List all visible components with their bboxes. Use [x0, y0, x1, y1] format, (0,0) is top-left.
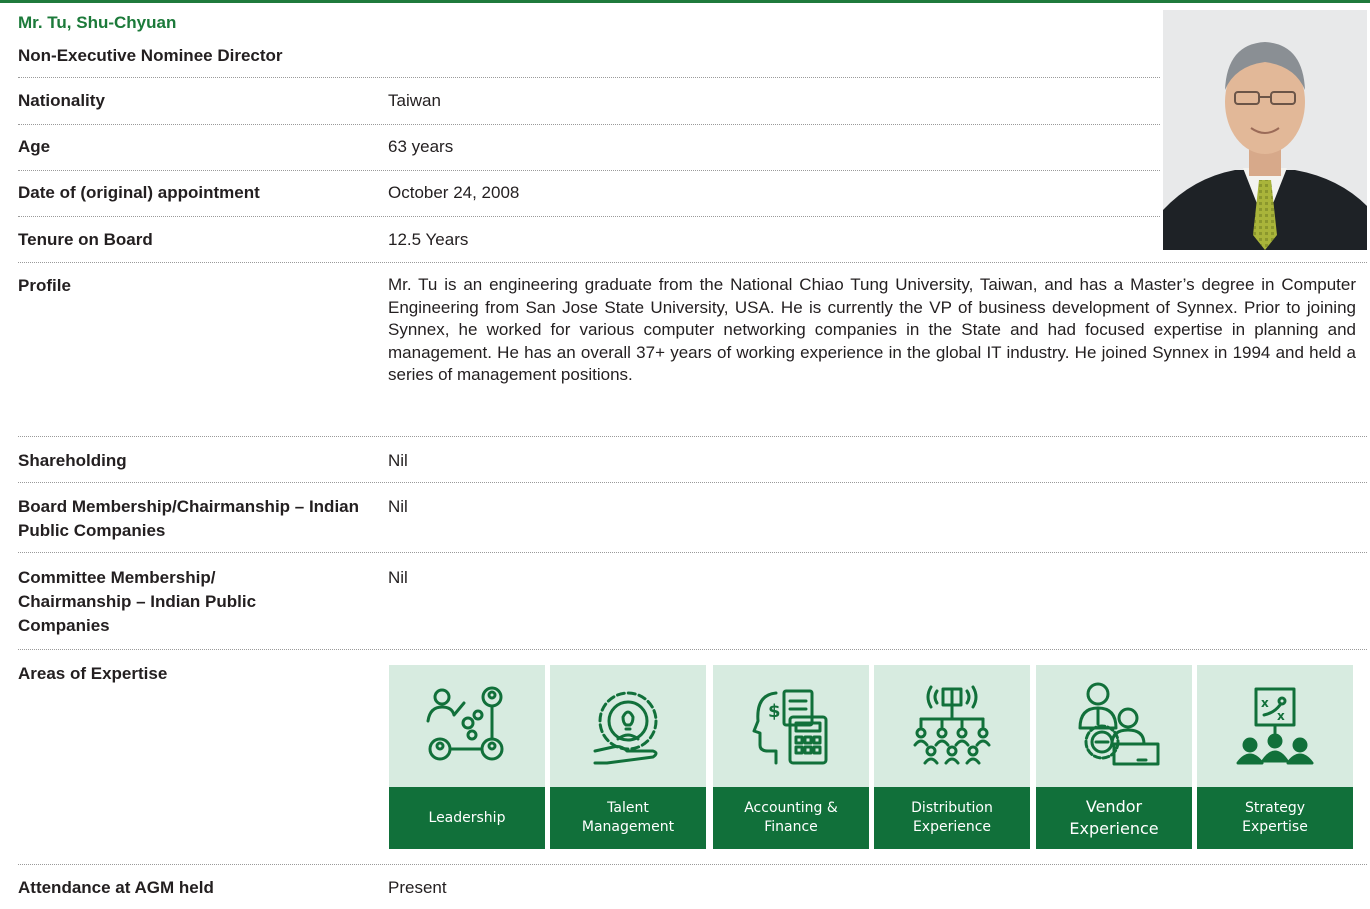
expertise-label-leadership: Leadership [389, 787, 545, 849]
row-divider [18, 649, 1367, 650]
label-profile: Profile [18, 276, 71, 295]
distribution-icon [913, 685, 991, 765]
row-divider [18, 170, 1160, 171]
expertise-label-distribution: Distribution Experience [874, 787, 1030, 849]
label-tenure: Tenure on Board [18, 230, 153, 249]
value-appointment-date: October 24, 2008 [388, 183, 520, 202]
leadership-icon [426, 686, 504, 761]
row-divider [18, 436, 1367, 437]
value-agm-attendance: Present [388, 878, 447, 897]
expertise-tile-vendor: Vendor Experience [1036, 665, 1192, 849]
director-photo [1163, 10, 1367, 250]
label-appointment-date: Date of (original) appointment [18, 183, 260, 202]
svg-text:$: $ [768, 701, 781, 722]
vendor-icon [1078, 682, 1160, 766]
svg-text:x: x [1261, 696, 1269, 710]
top-rule [0, 0, 1370, 3]
expertise-tile-strategy: x x Strategy Expertise [1197, 665, 1353, 849]
row-divider [18, 864, 1367, 865]
value-nationality: Taiwan [388, 91, 441, 110]
label-nationality: Nationality [18, 91, 105, 110]
value-age: 63 years [388, 137, 454, 156]
expertise-tile-talent-management: Talent Management [550, 665, 706, 849]
accounting-finance-icon: $ [752, 689, 828, 765]
talent-management-icon [593, 691, 658, 765]
label-committee-membership: Committee Membership/ Chairmanship – Ind… [18, 568, 257, 635]
expertise-label-accounting-finance: Accounting & Finance [713, 787, 869, 849]
strategy-icon: x x [1236, 687, 1314, 765]
row-divider [18, 552, 1367, 553]
value-committee-membership: Nil [388, 568, 408, 587]
value-profile: Mr. Tu is an engineering graduate from t… [388, 275, 1356, 384]
label-shareholding: Shareholding [18, 451, 127, 470]
expertise-label-strategy: Strategy Expertise [1197, 787, 1353, 849]
label-board-membership: Board Membership/Chairmanship – Indian P… [18, 497, 360, 540]
expertise-label-vendor: Vendor Experience [1036, 787, 1192, 849]
expertise-tile-distribution: Distribution Experience [874, 665, 1030, 849]
row-divider [18, 482, 1367, 483]
row-divider [18, 77, 1160, 78]
value-board-membership: Nil [388, 497, 408, 516]
director-name: Mr. Tu, Shu-Chyuan [18, 13, 177, 32]
svg-text:x: x [1277, 709, 1285, 723]
label-areas-of-expertise: Areas of Expertise [18, 664, 168, 683]
director-role: Non-Executive Nominee Director [18, 46, 283, 65]
expertise-label-talent-management: Talent Management [550, 787, 706, 849]
row-divider [18, 124, 1160, 125]
expertise-tile-leadership: Leadership [389, 665, 545, 849]
row-divider [18, 216, 1160, 217]
value-shareholding: Nil [388, 451, 408, 470]
label-age: Age [18, 137, 51, 156]
label-agm-attendance: Attendance at AGM held [18, 878, 214, 897]
expertise-tile-accounting-finance: $ Accounting & Finance [713, 665, 869, 849]
value-tenure: 12.5 Years [388, 230, 469, 249]
row-divider [18, 262, 1367, 263]
